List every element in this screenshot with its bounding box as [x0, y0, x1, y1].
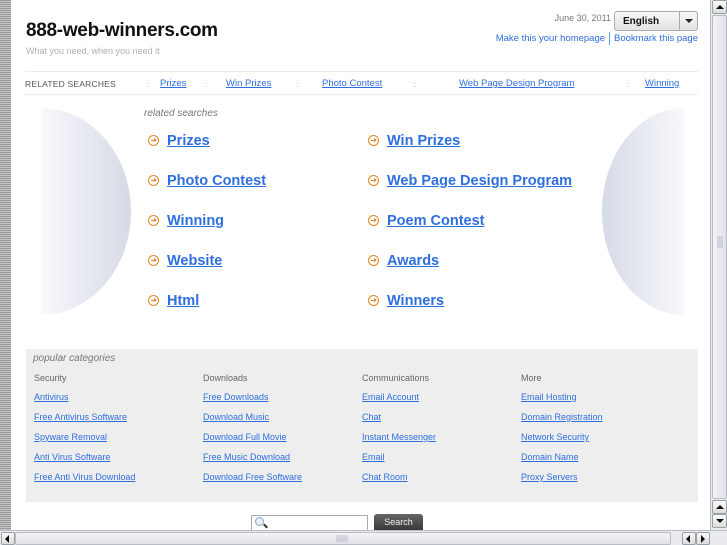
separator: :: — [203, 79, 208, 89]
related-bar-link[interactable]: Win Prizes — [226, 78, 271, 89]
related-search-link[interactable]: Awards — [387, 253, 439, 269]
arrow-circle-right-icon — [148, 175, 159, 186]
related-search-item[interactable]: Html — [148, 293, 199, 309]
related-bar-link[interactable]: Photo Contest — [322, 78, 382, 89]
category-link[interactable]: Network Security — [521, 432, 589, 442]
window-edge — [0, 0, 11, 530]
related-bar-link[interactable]: Winning — [645, 78, 679, 89]
category-link[interactable]: Email — [362, 452, 385, 462]
grip-icon — [336, 535, 348, 542]
related-search-item[interactable]: Win Prizes — [368, 133, 460, 149]
scroll-up-arrow-icon[interactable] — [712, 500, 727, 514]
make-homepage-link[interactable]: Make this your homepage — [496, 33, 605, 44]
category-link[interactable]: Free Antivirus Software — [34, 412, 127, 422]
divider — [609, 32, 611, 45]
popular-categories-panel: popular categories Security Antivirus Fr… — [26, 349, 698, 502]
scroll-left-arrow-icon[interactable] — [1, 532, 15, 545]
scroll-up-arrow-icon[interactable] — [712, 0, 727, 14]
horizontal-scroll-thumb[interactable] — [15, 532, 671, 545]
category-link[interactable]: Chat — [362, 412, 381, 422]
language-select[interactable]: English — [614, 11, 698, 31]
related-search-link[interactable]: Poem Contest — [387, 213, 485, 229]
separator: :: — [145, 79, 150, 89]
category-title: Communications — [362, 373, 430, 383]
top-links: Make this your homepage Bookmark this pag… — [496, 32, 698, 45]
arrow-circle-right-icon — [148, 255, 159, 266]
scroll-right-arrow-icon[interactable] — [696, 532, 710, 545]
related-search-item[interactable]: Photo Contest — [148, 173, 266, 189]
arrow-circle-right-icon — [148, 295, 159, 306]
category-link[interactable]: Email Hosting — [521, 392, 577, 402]
horizontal-scrollbar[interactable] — [0, 530, 727, 545]
related-search-link[interactable]: Winning — [167, 213, 224, 229]
category-link[interactable]: Proxy Servers — [521, 472, 578, 482]
arrow-circle-right-icon — [368, 255, 379, 266]
category-title: Downloads — [203, 373, 248, 383]
related-search-link[interactable]: Html — [167, 293, 199, 309]
related-bar-link[interactable]: Web Page Design Program — [459, 78, 574, 89]
category-link[interactable]: Instant Messenger — [362, 432, 436, 442]
related-bar-link[interactable]: Prizes — [160, 78, 186, 89]
arrow-circle-right-icon — [368, 295, 379, 306]
separator: :: — [412, 79, 417, 89]
arrow-circle-right-icon — [148, 215, 159, 226]
grip-icon — [717, 236, 723, 248]
scroll-left-arrow-icon[interactable] — [682, 532, 696, 545]
search-input[interactable] — [251, 515, 368, 530]
related-search-item[interactable]: Awards — [368, 253, 439, 269]
related-search-link[interactable]: Prizes — [167, 133, 210, 149]
chevron-down-icon[interactable] — [679, 12, 697, 30]
category-title: More — [521, 373, 542, 383]
related-search-link[interactable]: Photo Contest — [167, 173, 266, 189]
related-search-item[interactable]: Website — [148, 253, 222, 269]
category-link[interactable]: Free Anti Virus Download — [34, 472, 135, 482]
category-title: Security — [34, 373, 67, 383]
bookmark-link[interactable]: Bookmark this page — [614, 33, 698, 44]
search-button[interactable]: Search — [374, 514, 423, 530]
decorative-half-circle-left — [41, 108, 131, 315]
category-link[interactable]: Free Downloads — [203, 392, 269, 402]
related-search-link[interactable]: Win Prizes — [387, 133, 460, 149]
related-search-link[interactable]: Winners — [387, 293, 444, 309]
separator: :: — [295, 79, 300, 89]
date-label: June 30, 2011 — [554, 13, 611, 23]
category-link[interactable]: Chat Room — [362, 472, 408, 482]
arrow-circle-right-icon — [368, 135, 379, 146]
related-search-link[interactable]: Web Page Design Program — [387, 173, 572, 189]
category-link[interactable]: Domain Registration — [521, 412, 603, 422]
related-search-item[interactable]: Prizes — [148, 133, 210, 149]
decorative-half-circle-right — [602, 108, 684, 315]
category-link[interactable]: Spyware Removal — [34, 432, 107, 442]
arrow-circle-right-icon — [368, 215, 379, 226]
tagline: What you need, when you need it — [26, 46, 160, 56]
related-search-item[interactable]: Winners — [368, 293, 444, 309]
vertical-scrollbar[interactable] — [710, 0, 727, 530]
category-link[interactable]: Domain Name — [521, 452, 579, 462]
arrow-circle-right-icon — [148, 135, 159, 146]
category-link[interactable]: Email Account — [362, 392, 419, 402]
arrow-circle-right-icon — [368, 175, 379, 186]
category-link[interactable]: Download Full Movie — [203, 432, 287, 442]
popular-categories-heading: popular categories — [33, 353, 116, 364]
category-link[interactable]: Download Free Software — [203, 472, 302, 482]
scroll-down-arrow-icon[interactable] — [712, 514, 727, 528]
related-search-link[interactable]: Website — [167, 253, 222, 269]
related-search-item[interactable]: Web Page Design Program — [368, 173, 572, 189]
related-searches-heading: related searches — [144, 108, 218, 119]
related-search-item[interactable]: Winning — [148, 213, 224, 229]
category-link[interactable]: Anti Virus Software — [34, 452, 110, 462]
related-searches-bar: RELATED SEARCHES :: Prizes :: Win Prizes… — [25, 71, 698, 95]
category-link[interactable]: Antivirus — [34, 392, 69, 402]
related-bar-label: RELATED SEARCHES — [25, 79, 116, 89]
vertical-scroll-thumb[interactable] — [712, 15, 727, 499]
category-link[interactable]: Download Music — [203, 412, 269, 422]
language-value: English — [623, 16, 660, 27]
related-search-item[interactable]: Poem Contest — [368, 213, 485, 229]
site-title: 888-web-winners.com — [26, 20, 218, 41]
separator: :: — [625, 79, 630, 89]
category-link[interactable]: Free Music Download — [203, 452, 290, 462]
magnifier-icon — [255, 517, 264, 526]
page-viewport: 888-web-winners.com What you need, when … — [11, 0, 710, 530]
